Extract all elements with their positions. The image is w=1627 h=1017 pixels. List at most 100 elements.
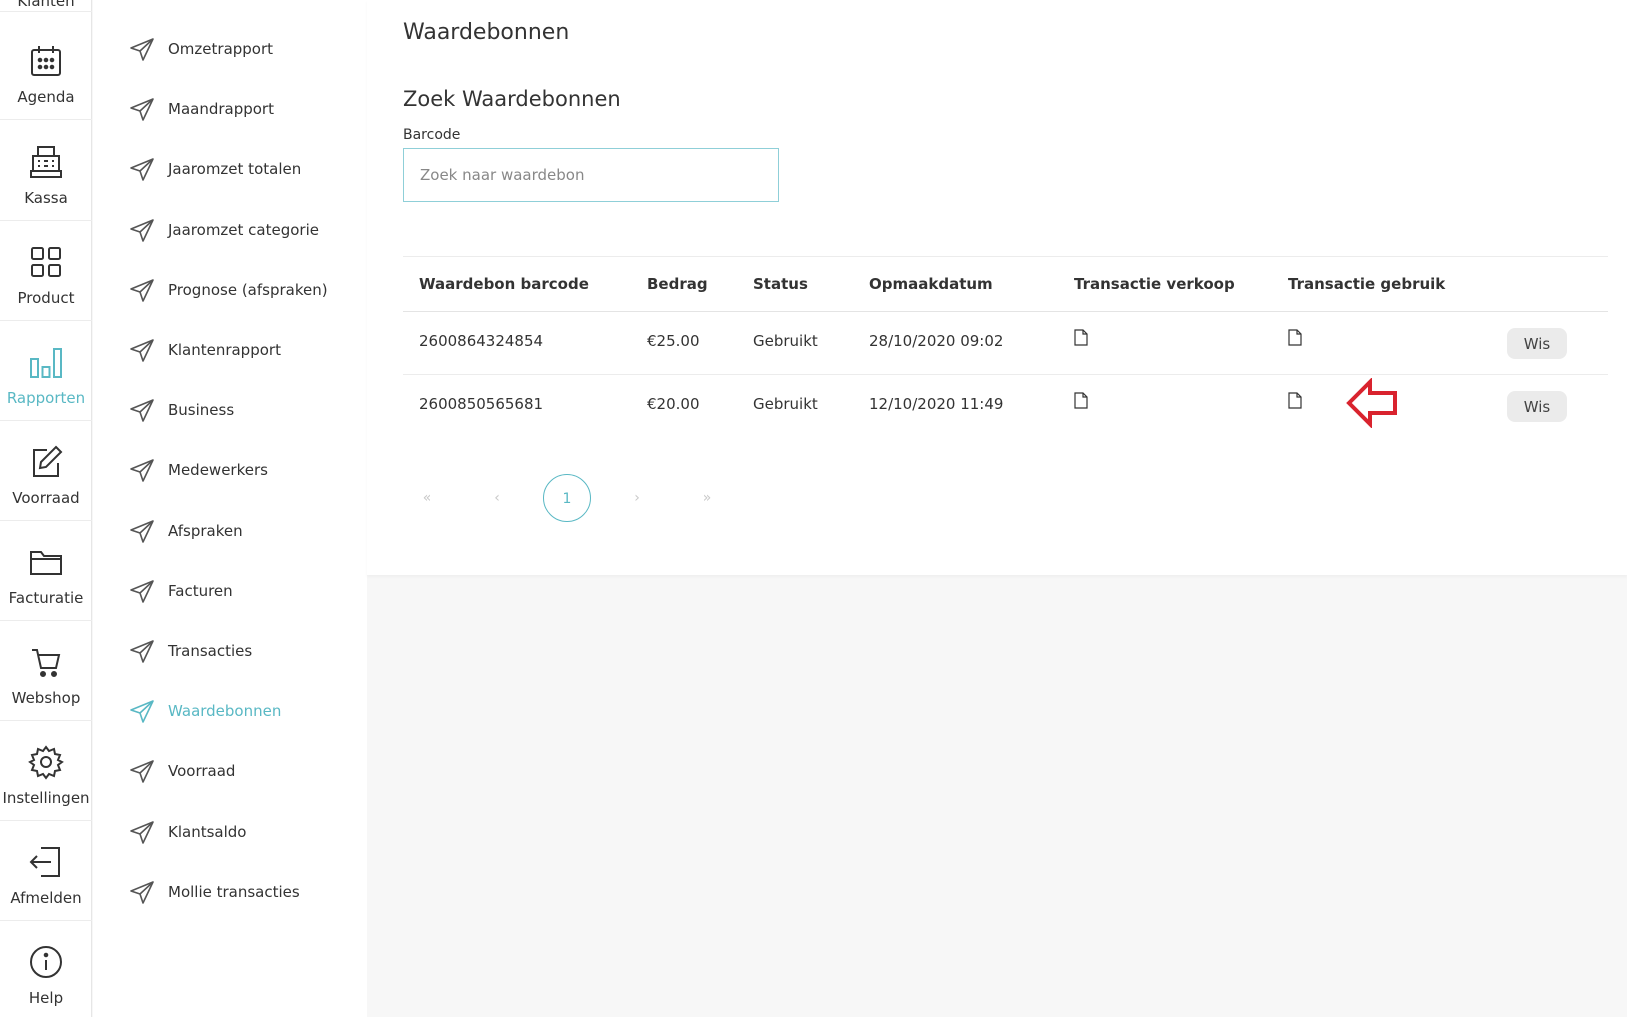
page-title: Waardebonnen xyxy=(403,20,570,45)
status-cell: Gebruikt xyxy=(753,332,818,350)
submenu-item-label: Maandrapport xyxy=(168,100,274,119)
amount-cell: €25.00 xyxy=(647,332,700,350)
submenu-item[interactable]: Afspraken xyxy=(93,509,367,555)
next-page-button[interactable]: › xyxy=(613,474,661,522)
submenu-item[interactable]: Facturen xyxy=(93,569,367,615)
delete-button[interactable]: Wis xyxy=(1507,391,1567,422)
submenu-item[interactable]: Omzetrapport xyxy=(93,27,367,73)
submenu-item-label: Prognose (afspraken) xyxy=(168,280,328,299)
rail-item-kassa[interactable]: Kassa xyxy=(0,121,92,221)
send-icon xyxy=(130,278,154,302)
submenu-item-label: Voorraad xyxy=(168,762,236,781)
cart-icon xyxy=(32,649,61,677)
document-icon[interactable] xyxy=(1288,329,1302,346)
first-page-button[interactable]: « xyxy=(403,474,451,522)
rail-item-rapporten[interactable]: Rapporten xyxy=(0,321,92,421)
column-header-transactie-gebruik[interactable]: Transactie gebruik xyxy=(1288,275,1445,293)
document-icon[interactable] xyxy=(1288,392,1302,409)
submenu-item[interactable]: Medewerkers xyxy=(93,448,367,494)
folder-icon xyxy=(30,551,62,575)
submenu-item-label: Transacties xyxy=(168,642,253,660)
table-header: Waardebon barcode Bedrag Status Opmaakda… xyxy=(403,256,1608,312)
table-row: 2600850565681 €20.00 Gebruikt 12/10/2020… xyxy=(403,375,1608,438)
barcode-label: Barcode xyxy=(403,127,461,143)
rail-item-help[interactable]: Help xyxy=(0,921,92,1017)
edit-icon xyxy=(33,445,63,477)
prev-page-button[interactable]: ‹ xyxy=(473,474,521,522)
left-arrow-icon xyxy=(1346,378,1397,428)
column-header-barcode[interactable]: Waardebon barcode xyxy=(419,275,589,293)
column-header-bedrag[interactable]: Bedrag xyxy=(647,275,708,293)
send-icon xyxy=(130,519,154,543)
rail-item-afmelden[interactable]: Afmelden xyxy=(0,821,92,921)
submenu-item-label: Klantenrapport xyxy=(168,341,281,359)
rail-item-label: Afmelden xyxy=(10,889,82,907)
send-icon xyxy=(130,640,154,663)
column-header-status[interactable]: Status xyxy=(753,275,808,293)
rail-item-instellingen[interactable]: Instellingen xyxy=(0,721,92,821)
logout-icon xyxy=(29,847,60,877)
rail-item-label: Voorraad xyxy=(12,489,80,507)
page-button-current[interactable]: 1 xyxy=(543,474,591,522)
send-icon xyxy=(130,158,154,182)
document-icon[interactable] xyxy=(1074,329,1088,346)
search-input[interactable] xyxy=(403,148,779,202)
submenu-item-label: Facturen xyxy=(168,581,233,600)
submenu-item[interactable]: Maandrapport xyxy=(93,87,367,133)
section-title: Zoek Waardebonnen xyxy=(403,87,621,111)
calendar-icon xyxy=(31,46,61,76)
submenu-item[interactable]: Voorraad xyxy=(93,749,367,795)
info-icon xyxy=(30,946,62,978)
submenu-item[interactable]: Klantsaldo xyxy=(93,810,367,856)
rail-item-klanten[interactable]: Klanten xyxy=(0,0,92,12)
submenu-item[interactable]: Business xyxy=(93,388,367,434)
submenu-item[interactable]: Klantenrapport xyxy=(93,328,367,374)
submenu-item-label: Klantsaldo xyxy=(168,822,247,841)
last-page-button[interactable]: » xyxy=(683,474,731,522)
barcode-cell: 2600864324854 xyxy=(419,332,544,350)
table-row: 2600864324854 €25.00 Gebruikt 28/10/2020… xyxy=(403,312,1608,375)
rail-item-label: Instellingen xyxy=(2,789,90,807)
submenu-item[interactable]: Prognose (afspraken) xyxy=(93,268,367,314)
send-icon xyxy=(130,38,154,61)
submenu-item-label: Afspraken xyxy=(168,521,243,540)
send-icon xyxy=(130,579,154,603)
column-header-transactie-verkoop[interactable]: Transactie verkoop xyxy=(1074,275,1235,293)
send-icon xyxy=(130,760,154,784)
cash-register-icon xyxy=(30,146,62,178)
status-cell: Gebruikt xyxy=(753,395,818,413)
rail-item-label: Rapporten xyxy=(6,389,86,407)
rail-item-product[interactable]: Product xyxy=(0,221,92,321)
rail-item-label: Product xyxy=(17,289,75,307)
send-icon xyxy=(130,218,154,242)
submenu-item-label: Business xyxy=(168,401,235,420)
submenu-item[interactable]: Waardebonnen xyxy=(93,689,367,735)
date-cell: 28/10/2020 09:02 xyxy=(869,332,1004,350)
amount-cell: €20.00 xyxy=(647,395,700,413)
rail-item-label: Klanten xyxy=(17,0,75,10)
rail-item-agenda[interactable]: Agenda xyxy=(0,20,92,120)
submenu-item-label: Waardebonnen xyxy=(168,702,282,721)
barcode-cell: 2600850565681 xyxy=(419,395,544,413)
document-icon[interactable] xyxy=(1074,392,1088,409)
rail-item-webshop[interactable]: Webshop xyxy=(0,621,92,721)
icon-rail: Klanten Agenda Kassa Product Rapporten V… xyxy=(0,0,92,1017)
main-panel: Waardebonnen Zoek Waardebonnen Barcode W… xyxy=(367,0,1627,575)
column-header-opmaakdatum[interactable]: Opmaakdatum xyxy=(869,275,993,293)
rail-item-label: Facturatie xyxy=(8,589,84,607)
send-icon xyxy=(130,820,154,844)
submenu-item-label: Mollie transacties xyxy=(168,882,300,901)
date-cell: 12/10/2020 11:49 xyxy=(869,395,1004,413)
rail-item-facturatie[interactable]: Facturatie xyxy=(0,521,92,621)
submenu-item[interactable]: Jaaromzet categorie xyxy=(93,208,367,254)
send-icon xyxy=(130,98,154,121)
delete-button[interactable]: Wis xyxy=(1507,328,1567,359)
send-icon xyxy=(130,459,154,483)
submenu-item-label: Jaaromzet totalen xyxy=(168,160,302,179)
bar-chart-icon xyxy=(30,348,62,378)
submenu-item[interactable]: Transacties xyxy=(93,629,367,675)
rail-item-voorraad[interactable]: Voorraad xyxy=(0,421,92,521)
submenu-item[interactable]: Jaaromzet totalen xyxy=(93,147,367,193)
rail-item-label: Help xyxy=(28,989,64,1007)
submenu-item[interactable]: Mollie transacties xyxy=(93,870,367,916)
